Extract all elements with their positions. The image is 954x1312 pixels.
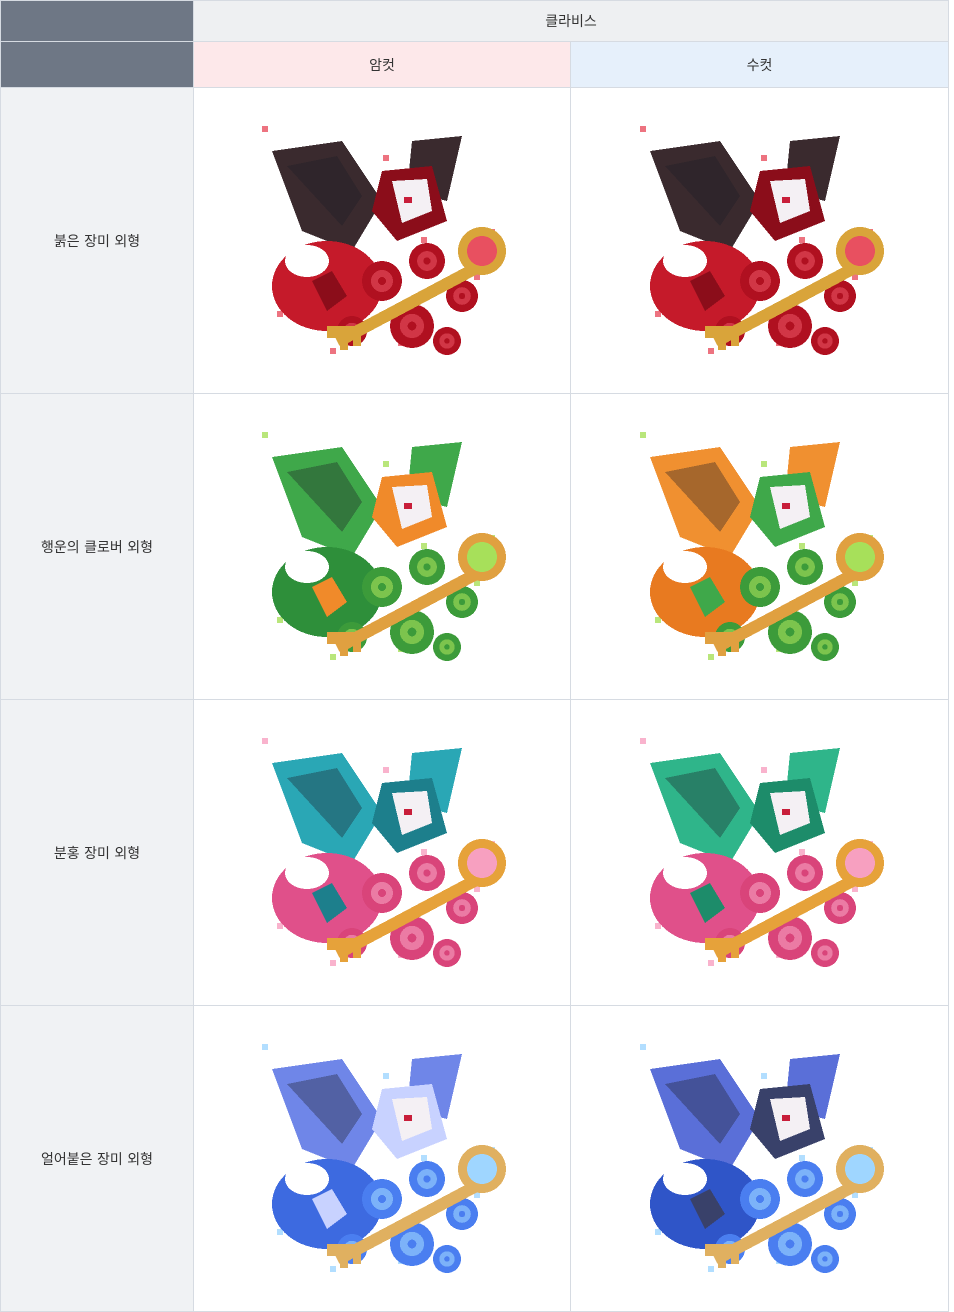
appearance-table: 클라비스 암컷 수컷 붉은 장미 외형 행운의 클로버 외형 분홍 장미 외형 … <box>0 0 949 1312</box>
column-female: 암컷 <box>193 41 571 88</box>
row-label: 붉은 장미 외형 <box>0 87 194 394</box>
column-male: 수컷 <box>570 41 949 88</box>
table-row: 분홍 장미 외형 <box>0 699 949 1006</box>
row-label: 얼어붙은 장미 외형 <box>0 1005 194 1312</box>
pet-image[interactable] <box>232 111 532 371</box>
corner-cell-2 <box>0 41 194 88</box>
image-cell <box>193 1005 571 1312</box>
image-cell <box>570 393 949 700</box>
character-header: 클라비스 <box>193 0 949 42</box>
pet-image[interactable] <box>232 417 532 677</box>
table-row: 얼어붙은 장미 외형 <box>0 1005 949 1312</box>
image-cell <box>193 393 571 700</box>
row-label: 행운의 클로버 외형 <box>0 393 194 700</box>
table-row: 붉은 장미 외형 <box>0 87 949 394</box>
pet-image[interactable] <box>232 723 532 983</box>
image-cell <box>193 699 571 1006</box>
table-row: 행운의 클로버 외형 <box>0 393 949 700</box>
image-cell <box>570 699 949 1006</box>
image-cell <box>570 87 949 394</box>
pet-image[interactable] <box>232 1029 532 1289</box>
image-cell <box>193 87 571 394</box>
row-label: 분홍 장미 외형 <box>0 699 194 1006</box>
pet-image[interactable] <box>610 1029 910 1289</box>
pet-image[interactable] <box>610 723 910 983</box>
corner-cell <box>0 0 194 42</box>
pet-image[interactable] <box>610 417 910 677</box>
image-cell <box>570 1005 949 1312</box>
pet-image[interactable] <box>610 111 910 371</box>
